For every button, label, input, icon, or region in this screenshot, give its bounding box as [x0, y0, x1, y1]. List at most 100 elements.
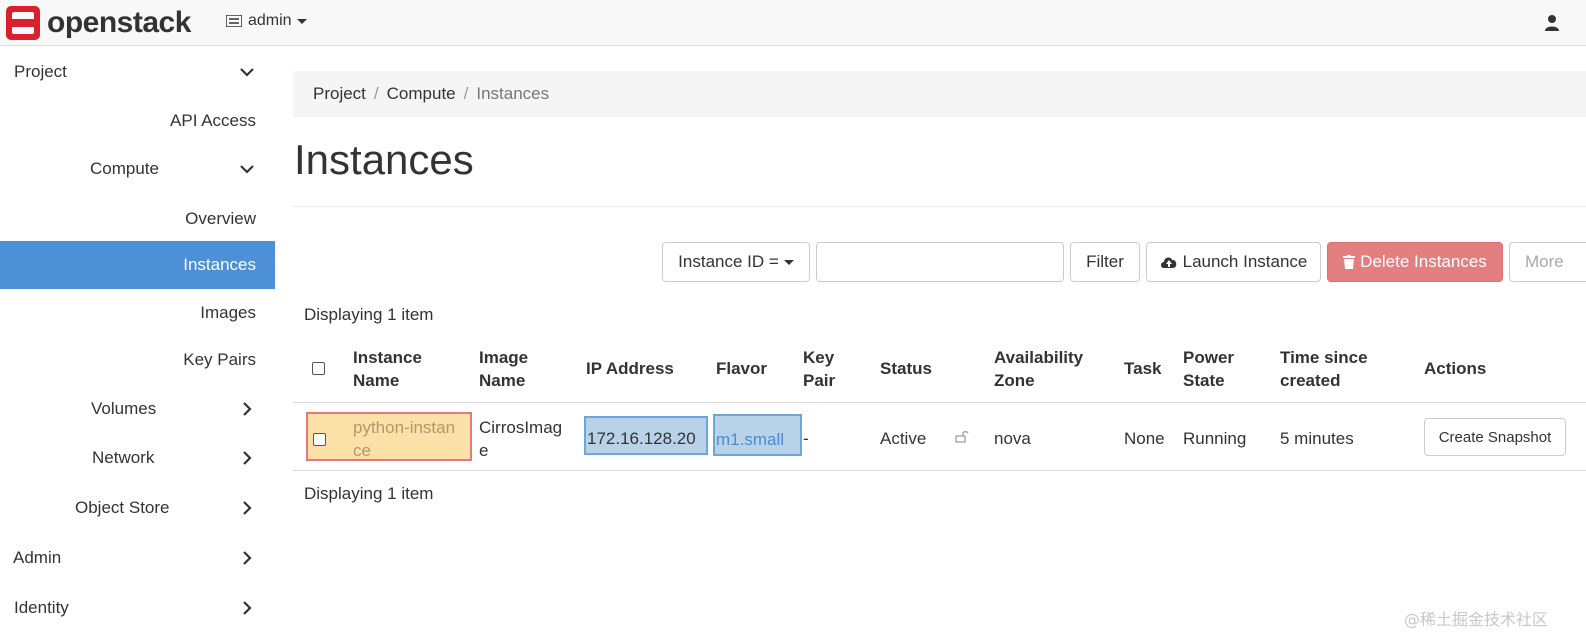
- sidebar-item-admin[interactable]: Admin: [0, 534, 275, 582]
- sidebar-item-identity[interactable]: Identity: [0, 584, 275, 632]
- status-cell: Active: [880, 429, 927, 448]
- header-time-since-created[interactable]: Time since created: [1280, 346, 1368, 392]
- divider: [293, 206, 1586, 207]
- cell-line: ce: [353, 441, 371, 460]
- cell-line: e: [479, 441, 489, 460]
- caret-down-icon: [783, 259, 794, 265]
- filter-field-label: Instance ID =: [678, 252, 779, 271]
- header-actions: Actions: [1424, 359, 1487, 378]
- more-actions-button[interactable]: More: [1509, 242, 1586, 282]
- sidebar-item-label: API Access: [170, 111, 256, 130]
- breadcrumb-separator: /: [373, 84, 379, 103]
- sidebar-item-label: Network: [92, 448, 155, 467]
- filter-field-dropdown[interactable]: Instance ID =: [662, 242, 810, 282]
- header-line: Key: [803, 348, 835, 367]
- row-checkbox[interactable]: [313, 433, 326, 446]
- delete-instances-label: Delete Instances: [1360, 252, 1487, 271]
- header-instance-name[interactable]: Instance Name: [353, 346, 422, 392]
- header-ip-address[interactable]: IP Address: [586, 357, 674, 380]
- watermark: @稀土掘金技术社区: [1404, 610, 1549, 629]
- sidebar: Project API Access Compute Overview Inst…: [0, 47, 275, 639]
- top-navbar: openstack admin: [0, 0, 1586, 46]
- table-footer-divider: [293, 470, 1586, 471]
- sidebar-item-label: Overview: [185, 209, 256, 228]
- breadcrumb-project[interactable]: Project: [313, 84, 366, 104]
- ip-address-cell: 172.16.128.20: [587, 429, 696, 448]
- header-line: Zone: [994, 371, 1035, 390]
- sidebar-item-network[interactable]: Network: [0, 434, 275, 482]
- header-line: Time since: [1280, 348, 1368, 367]
- header-line: State: [1183, 371, 1225, 390]
- sidebar-item-label: Identity: [14, 598, 69, 617]
- openstack-logo[interactable]: openstack: [6, 5, 191, 41]
- sidebar-item-images[interactable]: Images: [0, 289, 275, 337]
- flavor-link[interactable]: m1.small: [716, 428, 784, 451]
- cloud-upload-icon: [1160, 257, 1176, 268]
- header-task[interactable]: Task: [1124, 357, 1162, 380]
- unlocked-icon: [955, 431, 969, 443]
- header-line: Power: [1183, 348, 1235, 367]
- header-power-state[interactable]: Power State: [1183, 346, 1234, 392]
- cell-line: python-instan: [353, 418, 456, 437]
- sidebar-item-object-store[interactable]: Object Store: [0, 484, 275, 532]
- header-flavor[interactable]: Flavor: [716, 357, 767, 380]
- sidebar-item-label: Images: [200, 303, 256, 322]
- brand-name: openstack: [47, 6, 191, 39]
- sidebar-item-label: Project: [14, 62, 67, 81]
- filter-button-label: Filter: [1086, 252, 1124, 271]
- project-dropdown[interactable]: admin: [226, 12, 307, 30]
- cell-line: CirrosImag: [479, 418, 563, 437]
- availability-zone-cell: nova: [994, 429, 1031, 448]
- sidebar-item-label: Instances: [183, 255, 256, 274]
- item-count-bottom: Displaying 1 item: [304, 484, 434, 503]
- sidebar-item-volumes[interactable]: Volumes: [0, 385, 275, 433]
- image-name-cell: CirrosImag e: [479, 416, 562, 462]
- list-icon: [226, 15, 242, 27]
- user-icon[interactable]: [1544, 14, 1560, 32]
- item-count-top: Displaying 1 item: [304, 305, 434, 324]
- more-actions-label: More: [1525, 252, 1564, 271]
- header-line: Image: [479, 348, 529, 367]
- chevron-down-icon: [240, 68, 254, 77]
- sidebar-item-instances[interactable]: Instances: [0, 241, 275, 289]
- caret-down-icon: [296, 18, 307, 24]
- create-snapshot-button[interactable]: Create Snapshot: [1424, 418, 1566, 456]
- header-status[interactable]: Status: [880, 357, 932, 380]
- header-line: Name: [353, 371, 400, 390]
- header-line: created: [1280, 371, 1341, 390]
- project-dropdown-label: admin: [248, 12, 292, 29]
- launch-instance-label: Launch Instance: [1182, 252, 1308, 271]
- breadcrumb-compute[interactable]: Compute: [387, 84, 456, 104]
- header-image-name[interactable]: Image Name: [479, 346, 528, 392]
- chevron-right-icon: [243, 451, 252, 465]
- header-line: Instance: [353, 348, 422, 367]
- filter-input[interactable]: [816, 242, 1064, 282]
- sidebar-item-compute[interactable]: Compute: [0, 145, 275, 193]
- power-state-cell: Running: [1183, 429, 1247, 448]
- chevron-right-icon: [243, 551, 252, 565]
- create-snapshot-label: Create Snapshot: [1438, 428, 1552, 446]
- trash-icon: [1343, 255, 1356, 269]
- launch-instance-button[interactable]: Launch Instance: [1146, 242, 1321, 282]
- instance-name-link[interactable]: python-instan ce: [353, 416, 455, 462]
- header-line: Availability: [994, 348, 1084, 367]
- header-availability-zone[interactable]: Availability Zone: [994, 346, 1083, 392]
- openstack-logo-icon: [6, 6, 40, 40]
- breadcrumb-instances: Instances: [476, 84, 550, 103]
- sidebar-item-label: Compute: [90, 159, 159, 178]
- sidebar-item-overview[interactable]: Overview: [0, 195, 275, 243]
- header-key-pair[interactable]: Key Pair: [803, 346, 835, 392]
- sidebar-item-api-access[interactable]: API Access: [0, 97, 275, 145]
- filter-button[interactable]: Filter: [1070, 242, 1140, 282]
- page-title: Instances: [294, 136, 474, 183]
- sidebar-item-label: Admin: [13, 548, 62, 567]
- sidebar-item-project[interactable]: Project: [0, 48, 275, 96]
- select-all-checkbox[interactable]: [312, 362, 325, 375]
- sidebar-item-key-pairs[interactable]: Key Pairs: [0, 336, 275, 384]
- header-line: Pair: [803, 371, 836, 390]
- time-since-created-cell: 5 minutes: [1280, 429, 1354, 448]
- chevron-down-icon: [240, 165, 254, 174]
- delete-instances-button[interactable]: Delete Instances: [1327, 242, 1503, 282]
- chevron-right-icon: [243, 402, 252, 416]
- breadcrumb-separator: /: [463, 84, 469, 103]
